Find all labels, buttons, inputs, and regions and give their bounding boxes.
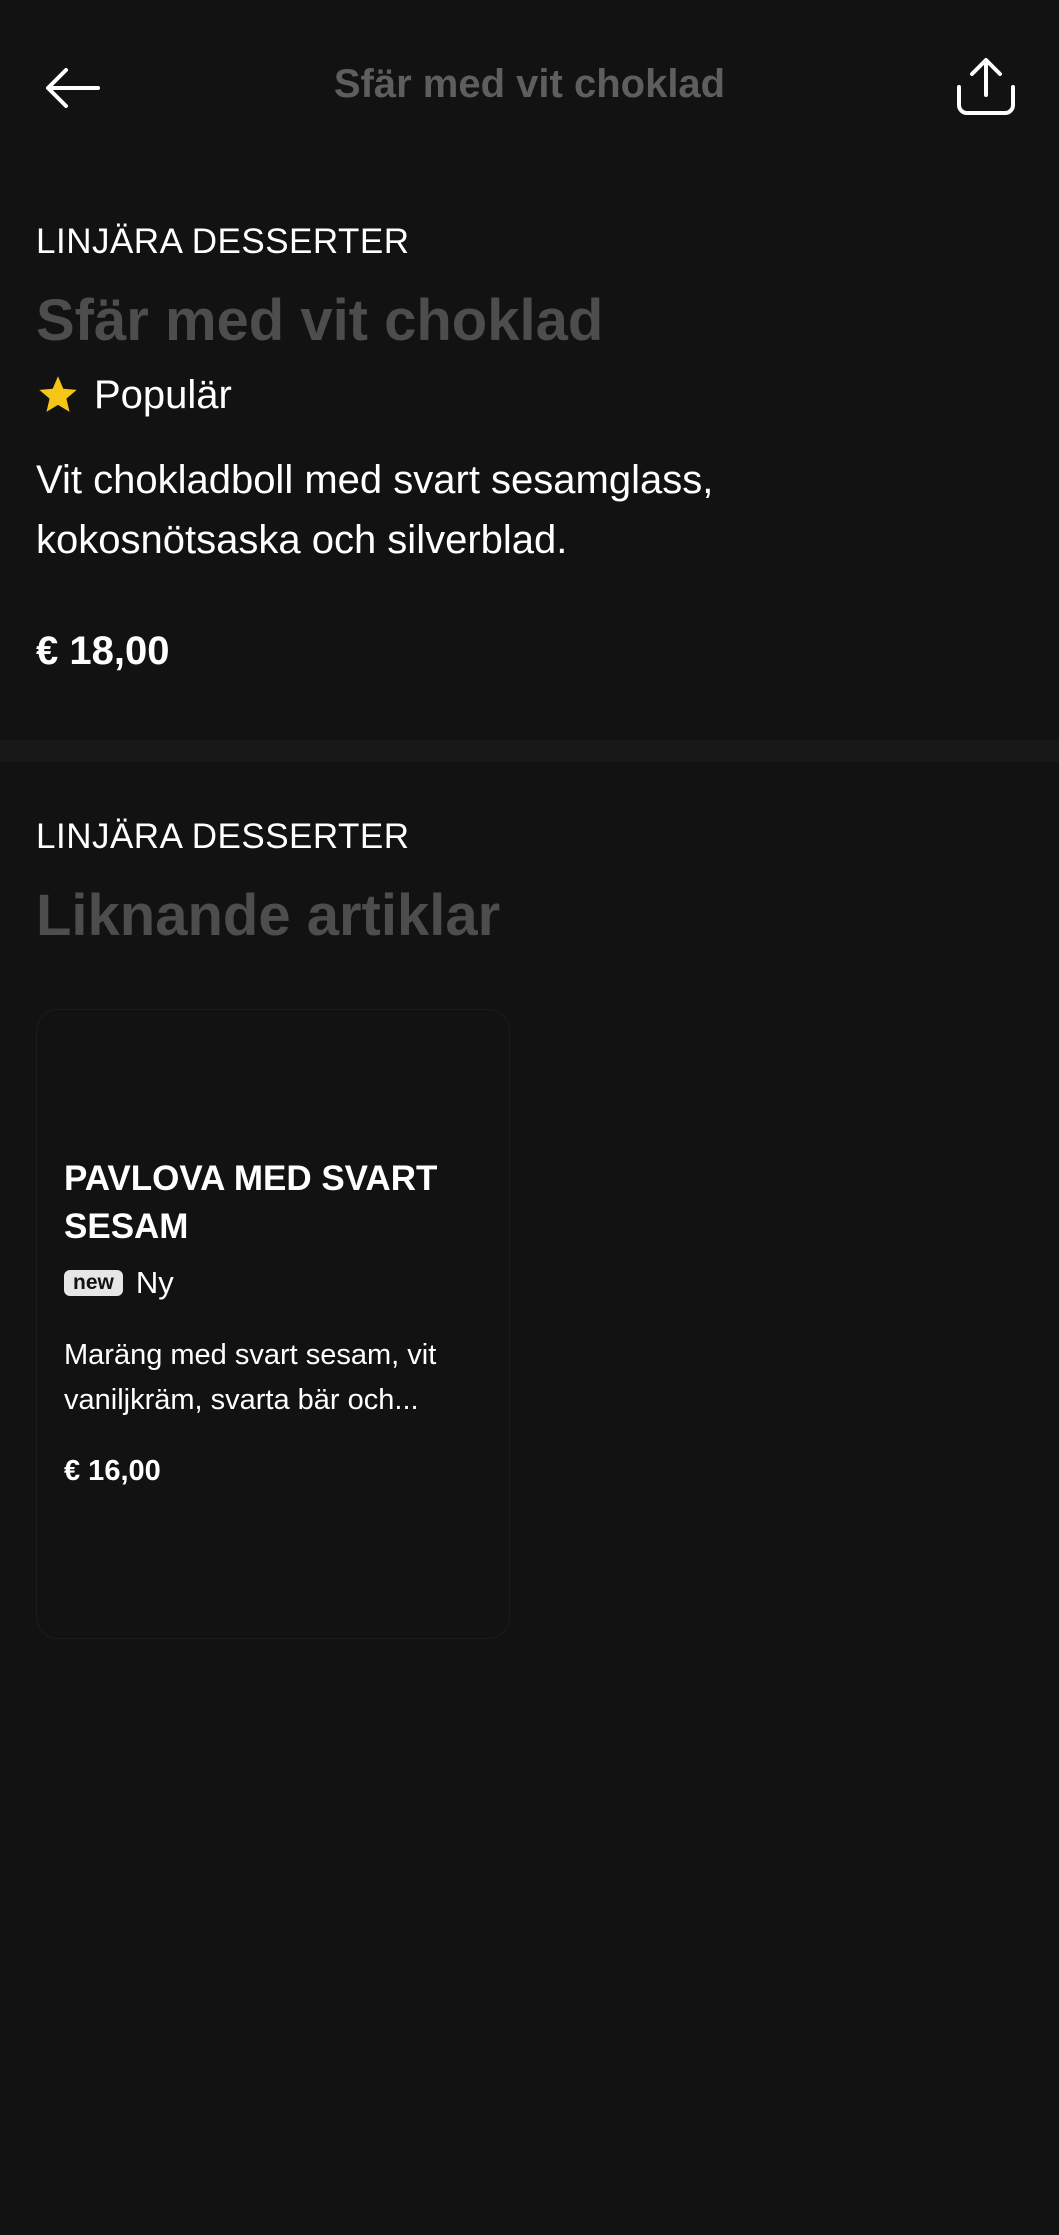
back-button[interactable]	[36, 52, 108, 124]
card-badge-label: Ny	[135, 1265, 174, 1300]
share-button[interactable]	[948, 48, 1024, 124]
new-badge: new Ny	[64, 1263, 494, 1303]
star-icon	[39, 376, 77, 412]
share-icon	[957, 58, 1015, 115]
product-title: Sfär med vit choklad	[36, 288, 604, 353]
card-description: Maräng med svart sesam, vit vaniljkräm, …	[64, 1339, 437, 1416]
product-details: LINJÄRA DESSERTER Sfär med vit choklad P…	[36, 220, 1026, 676]
section-divider	[0, 740, 1059, 762]
top-bar: Sfär med vit choklad	[0, 0, 1059, 170]
header-title: Sfär med vit choklad	[333, 62, 726, 106]
badge-label: Populär	[94, 373, 232, 417]
related-section: LINJÄRA DESSERTER Liknande artiklar	[36, 815, 1026, 951]
card-title: PAVLOVA MED SVART SESAM	[64, 1159, 438, 1246]
product-category: LINJÄRA DESSERTER	[36, 222, 410, 261]
popular-badge: Populär	[36, 370, 1026, 420]
related-category: LINJÄRA DESSERTER	[36, 817, 410, 856]
product-description: Vit chokladboll med svart sesamglass, ko…	[36, 458, 714, 562]
related-item-card[interactable]: PAVLOVA MED SVART SESAM new Ny Maräng me…	[36, 1009, 510, 1639]
card-price: € 16,00	[64, 1455, 161, 1487]
related-title: Liknande artiklar	[36, 883, 501, 948]
product-price: € 18,00	[36, 629, 170, 673]
new-tag: new	[64, 1270, 123, 1296]
card-content: PAVLOVA MED SVART SESAM new Ny Maräng me…	[64, 1155, 494, 1491]
arrow-left-icon	[46, 68, 100, 108]
